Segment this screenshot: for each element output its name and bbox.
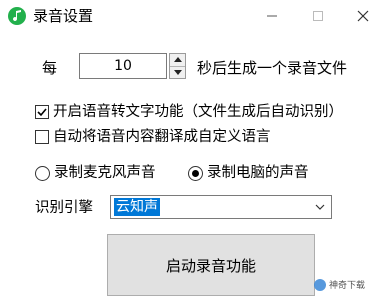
watermark-text: 神奇下载 [329,281,366,291]
record-computer-label: 录制电脑的声音 [207,165,309,181]
arrow-down-icon [173,69,182,75]
radio-selected-dot [192,169,199,177]
translate-option[interactable]: 自动将语音内容翻译成自定义语言 [35,127,271,147]
record-microphone-radio[interactable] [35,165,50,181]
interval-suffix-label: 秒后生成一个录音文件 [197,59,348,77]
engine-select[interactable]: 云知声 [110,195,332,219]
start-recording-button[interactable]: 启动录音功能 [107,234,315,296]
close-button[interactable] [340,0,386,32]
interval-input[interactable] [79,53,167,79]
interval-prefix-label: 每 [42,59,58,77]
maximize-icon [313,11,323,21]
spin-up-button[interactable] [170,54,185,66]
record-computer-option[interactable]: 录制电脑的声音 [188,163,309,183]
speech-to-text-checkbox[interactable] [35,105,49,119]
title-bar: 录音设置 [0,0,386,34]
checkmark-icon [37,108,47,117]
record-microphone-label: 录制麦克风声音 [54,165,156,181]
window-title: 录音设置 [33,7,94,25]
minimize-button[interactable] [249,0,295,32]
engine-label: 识别引擎 [35,200,93,216]
speech-to-text-option[interactable]: 开启语音转文字功能（文件生成后自动识别） [35,102,343,122]
music-note-icon [8,7,26,25]
interval-spinner[interactable] [169,53,186,79]
engine-selected-value: 云知声 [114,198,160,216]
arrow-up-icon [173,57,182,63]
translate-label: 自动将语音内容翻译成自定义语言 [53,129,271,145]
close-icon [357,10,369,22]
chevron-down-icon [315,204,325,210]
maximize-button[interactable] [295,0,341,32]
spin-down-button[interactable] [170,65,185,79]
watermark-logo-icon [314,278,326,291]
translate-checkbox[interactable] [35,130,49,144]
record-microphone-option[interactable]: 录制麦克风声音 [35,163,156,183]
watermark: 神奇下载 [314,278,365,291]
record-computer-radio[interactable] [188,165,203,181]
speech-to-text-label: 开启语音转文字功能（文件生成后自动识别） [53,104,343,120]
minimize-icon [267,15,277,17]
